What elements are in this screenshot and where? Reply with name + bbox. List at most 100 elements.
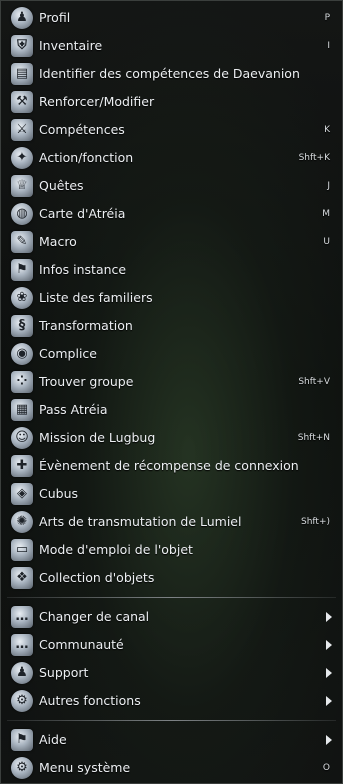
chest-icon: ▭ xyxy=(11,539,33,561)
menu-divider xyxy=(7,597,336,598)
chat-bubble-icon: … xyxy=(11,606,33,628)
menu-item-macro[interactable]: ✎ Macro U xyxy=(1,228,342,256)
menu-item-trouver-groupe[interactable]: ⁘ Trouver groupe Shft+V xyxy=(1,368,342,396)
shortcut-label: Shft+K xyxy=(298,153,330,163)
gear-icon: ⚙ xyxy=(11,757,33,779)
scroll-icon: § xyxy=(11,315,33,337)
menu-item-label: Arts de transmutation de Lumiel xyxy=(39,514,242,529)
shortcut-label: Shft+N xyxy=(297,433,330,443)
menu-item-aide[interactable]: ⚑ Aide xyxy=(1,726,342,754)
menu-item-carte-atreia[interactable]: ◍ Carte d'Atréia M xyxy=(1,200,342,228)
menu-item-label: Mission de Lugbug xyxy=(39,430,156,445)
menu-item-label: Communauté xyxy=(39,637,124,652)
menu-item-label: Infos instance xyxy=(39,262,127,277)
menu-item-label: Menu système xyxy=(39,760,131,775)
menu-item-label: Action/fonction xyxy=(39,150,134,165)
menu-item-label: Transformation xyxy=(39,318,133,333)
menu-item-competences[interactable]: ⚔ Compétences K xyxy=(1,116,342,144)
shortcut-label: Shft+) xyxy=(300,517,330,527)
menu-item-label: Pass Atréia xyxy=(39,402,108,417)
menu-item-support[interactable]: ♟ Support xyxy=(1,659,342,687)
menu-item-label: Renforcer/Modifier xyxy=(39,94,155,109)
shortcut-label: J xyxy=(327,181,330,191)
menu-item-label: Complice xyxy=(39,346,97,361)
anvil-icon: ⚒ xyxy=(11,91,33,113)
menu-item-communaute[interactable]: … Communauté xyxy=(1,631,342,659)
menu-item-identifier-competences[interactable]: ▤ Identifier des compétences de Daevanion xyxy=(1,60,342,88)
menu-item-profil[interactable]: ♟ Profil P xyxy=(1,4,342,32)
menu-item-mode-emploi-objet[interactable]: ▭ Mode d'emploi de l'objet xyxy=(1,536,342,564)
lugbug-icon: ☺ xyxy=(11,427,33,449)
person-icon: ♟ xyxy=(11,662,33,684)
menu-item-pass-atreia[interactable]: ▦ Pass Atréia xyxy=(1,396,342,424)
menu-item-label: Collection d'objets xyxy=(39,570,155,585)
submenu-arrow-icon xyxy=(326,696,332,706)
menu-item-changer-canal[interactable]: … Changer de canal xyxy=(1,603,342,631)
shortcut-label: U xyxy=(323,237,330,247)
flag-icon: ⚑ xyxy=(11,729,33,751)
calendar-icon: ▦ xyxy=(11,399,33,421)
menu-item-mission-lugbug[interactable]: ☺ Mission de Lugbug Shft+N xyxy=(1,424,342,452)
gears-icon: ⚙ xyxy=(11,690,33,712)
menu-item-autres-fonctions[interactable]: ⚙ Autres fonctions xyxy=(1,687,342,715)
person-icon: ♟ xyxy=(11,7,33,29)
menu-item-cubus[interactable]: ◈ Cubus xyxy=(1,480,342,508)
submenu-arrow-icon xyxy=(326,640,332,650)
menu-item-liste-familiers[interactable]: ❀ Liste des familiers xyxy=(1,284,342,312)
menu-item-renforcer-modifier[interactable]: ⚒ Renforcer/Modifier xyxy=(1,88,342,116)
menu-item-label: Profil xyxy=(39,10,71,25)
menu-item-label: Identifier des compétences de Daevanion xyxy=(39,66,300,81)
cube-icon: ◈ xyxy=(11,483,33,505)
menu-item-menu-systeme[interactable]: ⚙ Menu système O xyxy=(1,754,342,782)
menu-item-label: Inventaire xyxy=(39,38,103,53)
transmutation-icon: ✺ xyxy=(11,511,33,533)
menu-item-quetes[interactable]: ♕ Quêtes J xyxy=(1,172,342,200)
game-main-menu: ♟ Profil P ⛨ Inventaire I ▤ Identifier des co… xyxy=(0,0,343,784)
shortcut-label: I xyxy=(327,41,330,51)
menu-item-collection-objets[interactable]: ❖ Collection d'objets xyxy=(1,564,342,592)
shortcut-label: M xyxy=(322,209,330,219)
menu-item-label: Changer de canal xyxy=(39,609,150,624)
submenu-arrow-icon xyxy=(326,612,332,622)
shell-icon: ◉ xyxy=(11,343,33,365)
star-icon: ✦ xyxy=(11,147,33,169)
menu-divider xyxy=(7,720,336,721)
menu-item-label: Évènement de récompense de connexion xyxy=(39,458,299,473)
menu-item-label: Macro xyxy=(39,234,77,249)
paw-icon: ❀ xyxy=(11,287,33,309)
menu-item-label: Mode d'emploi de l'objet xyxy=(39,542,193,557)
menu-item-transformation[interactable]: § Transformation xyxy=(1,312,342,340)
shortcut-label: Shft+V xyxy=(298,377,330,387)
shortcut-label: K xyxy=(324,125,330,135)
menu-item-label: Autres fonctions xyxy=(39,693,141,708)
shortcut-label: P xyxy=(324,13,330,23)
menu-item-label: Compétences xyxy=(39,122,125,137)
menu-item-label: Trouver groupe xyxy=(39,374,134,389)
submenu-arrow-icon xyxy=(326,735,332,745)
quill-icon: ✎ xyxy=(11,231,33,253)
group-icon: ⁘ xyxy=(11,371,33,393)
collection-icon: ❖ xyxy=(11,567,33,589)
menu-item-infos-instance[interactable]: ⚑ Infos instance xyxy=(1,256,342,284)
menu-item-label: Liste des familiers xyxy=(39,290,153,305)
menu-item-label: Aide xyxy=(39,732,67,747)
goblet-icon: ♕ xyxy=(11,175,33,197)
menu-item-evenement-recompense[interactable]: ✚ Évènement de récompense de connexion xyxy=(1,452,342,480)
gift-icon: ✚ xyxy=(11,455,33,477)
menu-item-label: Carte d'Atréia xyxy=(39,206,126,221)
menu-item-arts-transmutation[interactable]: ✺ Arts de transmutation de Lumiel Shft+) xyxy=(1,508,342,536)
menu-item-action-fonction[interactable]: ✦ Action/fonction Shft+K xyxy=(1,144,342,172)
book-icon: ▤ xyxy=(11,63,33,85)
chat-bubble-icon: … xyxy=(11,634,33,656)
menu-item-complice[interactable]: ◉ Complice xyxy=(1,340,342,368)
shield-icon: ⛨ xyxy=(11,35,33,57)
menu-item-label: Quêtes xyxy=(39,178,84,193)
menu-item-label: Cubus xyxy=(39,486,79,501)
shortcut-label: O xyxy=(322,763,330,773)
menu-item-inventaire[interactable]: ⛨ Inventaire I xyxy=(1,32,342,60)
submenu-arrow-icon xyxy=(326,668,332,678)
crossed-swords-icon: ⚔ xyxy=(11,119,33,141)
flag-icon: ⚑ xyxy=(11,259,33,281)
menu-item-label: Support xyxy=(39,665,89,680)
globe-icon: ◍ xyxy=(11,203,33,225)
